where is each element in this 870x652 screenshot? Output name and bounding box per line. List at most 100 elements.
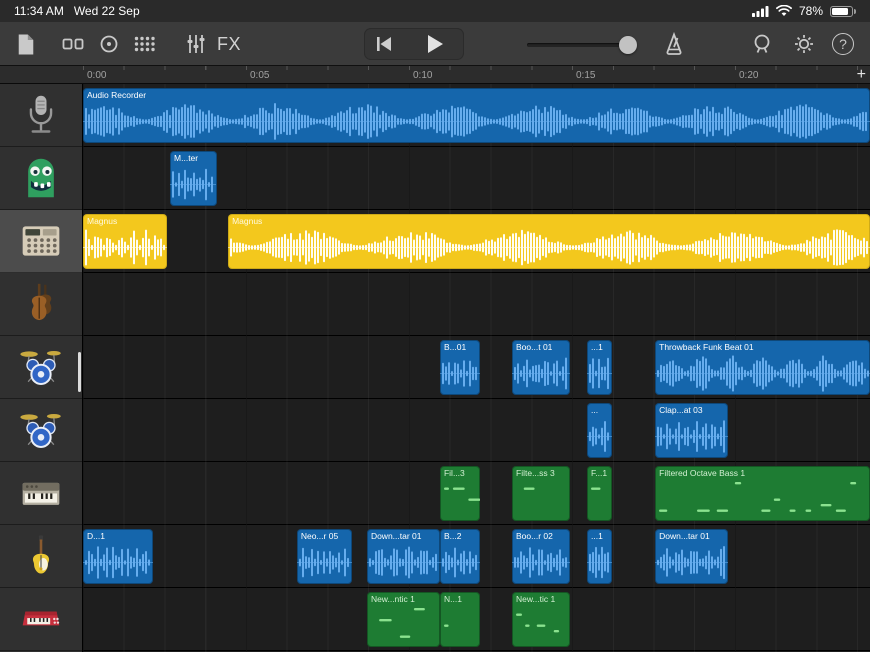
monster-icon [19, 156, 63, 200]
midi-notes-art [440, 479, 480, 520]
my-songs-button[interactable] [12, 30, 40, 58]
help-button[interactable]: ? [829, 30, 857, 58]
track-header-sampler[interactable] [0, 210, 82, 273]
midi-notes-art [512, 479, 570, 520]
region-drums-2-1[interactable]: Clap...at 03 [655, 403, 729, 458]
midi-notes-art [440, 605, 480, 646]
region-label: D...1 [87, 531, 105, 541]
region-drums-2-0[interactable]: ... [586, 403, 613, 458]
skip-to-start-icon [372, 32, 396, 56]
red-synth-icon [19, 597, 63, 641]
region-audio-recorder-0[interactable]: Audio Recorder [83, 88, 870, 143]
region-label: Throwback Funk Beat 01 [659, 342, 754, 352]
region-drums-1-0[interactable]: B...01 [439, 340, 481, 395]
waveform-art [512, 542, 571, 583]
wifi-icon [776, 5, 792, 17]
region-label: Boo...r 02 [516, 531, 553, 541]
loop-browser-button[interactable] [748, 30, 776, 58]
track-header-column [0, 84, 83, 652]
waveform-art [439, 542, 480, 583]
volume-knob[interactable] [619, 36, 638, 54]
region-guitar-1[interactable]: Neo...r 05 [296, 529, 352, 584]
region-drums-1-3[interactable]: Throwback Funk Beat 01 [655, 340, 870, 395]
scrollbar-handle[interactable] [78, 352, 81, 392]
settings-gear-icon [792, 32, 816, 56]
track-header-vocals[interactable] [0, 147, 82, 210]
guitar-icon [19, 534, 63, 578]
waveform-art [655, 353, 870, 394]
waveform-art [655, 416, 729, 457]
volume-slider[interactable] [527, 36, 638, 54]
track-header-audio-recorder[interactable] [0, 84, 82, 147]
region-label: N...1 [443, 594, 462, 604]
track-header-keys[interactable] [0, 462, 82, 525]
region-label: B...2 [443, 531, 462, 541]
region-label: ...1 [590, 531, 603, 541]
waveform-art [228, 227, 870, 268]
track-header-drums-1[interactable] [0, 336, 82, 399]
region-keys-2[interactable]: F...1 [586, 466, 613, 521]
region-guitar-3[interactable]: B...2 [439, 529, 481, 584]
waveform-art [83, 101, 870, 142]
settings-button[interactable] [790, 30, 818, 58]
region-label: ... [590, 405, 599, 415]
region-guitar-2[interactable]: Down...tar 01 [366, 529, 440, 584]
region-label: Magnus [87, 216, 118, 226]
garageband-app: 11:34 AM Wed 22 Sep 78% FX ? + 0:00 0:05… [0, 0, 870, 652]
region-sampler-1[interactable]: Magnus [228, 214, 870, 269]
tracks-view-button[interactable] [59, 30, 87, 58]
track-header-drums-2[interactable] [0, 399, 82, 462]
sampler-icon [19, 219, 63, 263]
region-guitar-4[interactable]: Boo...r 02 [512, 529, 571, 584]
skip-to-start-button[interactable] [370, 30, 398, 58]
region-keys-1[interactable]: Filte...ss 3 [512, 466, 571, 521]
region-label: Filte...ss 3 [516, 468, 555, 478]
waveform-art [586, 542, 612, 583]
region-label: Audio Recorder [87, 90, 147, 100]
ruler-label: 0:00 [87, 70, 107, 81]
timeline-ruler[interactable]: + 0:00 0:05 0:10 0:15 0:20 [83, 66, 870, 84]
region-label: ...1 [590, 342, 603, 352]
drum-kit-icon [19, 408, 63, 452]
waveform-art [83, 542, 153, 583]
region-label: M...ter [174, 153, 199, 163]
track-header-red-synth[interactable] [0, 588, 82, 651]
status-date: Wed 22 Sep [73, 4, 140, 18]
track-header-strings[interactable] [0, 273, 82, 336]
status-left: 11:34 AM Wed 22 Sep [14, 4, 140, 18]
track-controls-button[interactable] [182, 30, 210, 58]
live-loops-button[interactable] [95, 30, 123, 58]
drum-kit-icon [19, 345, 63, 389]
region-drums-1-2[interactable]: ...1 [586, 340, 613, 395]
waveform-art [296, 542, 352, 583]
region-red-synth-1[interactable]: N...1 [439, 592, 481, 647]
loop-grid-button[interactable] [131, 30, 159, 58]
ruler-label: 0:10 [413, 70, 433, 81]
play-button[interactable] [420, 30, 448, 58]
live-loops-icon [97, 32, 121, 56]
region-red-synth-0[interactable]: New...ntic 1 [366, 592, 440, 647]
region-keys-3[interactable]: Filtered Octave Bass 1 [655, 466, 870, 521]
region-sampler-0[interactable]: Magnus [83, 214, 168, 269]
fx-button[interactable]: FX [211, 30, 247, 58]
region-label: Down...tar 01 [370, 531, 422, 541]
tracks-view-icon [61, 32, 85, 56]
region-drums-1-1[interactable]: Boo...t 01 [512, 340, 571, 395]
region-label: Down...tar 01 [659, 531, 710, 541]
region-keys-0[interactable]: Fil...3 [439, 466, 481, 521]
battery-icon [830, 5, 856, 17]
status-right: 78% [751, 4, 856, 18]
region-guitar-6[interactable]: Down...tar 01 [655, 529, 729, 584]
region-guitar-5[interactable]: ...1 [586, 529, 613, 584]
track-header-guitar[interactable] [0, 525, 82, 588]
timeline-canvas[interactable]: Audio Recorder M...ter Magnus Magnus B...01 B… [83, 84, 870, 652]
region-vocals-0[interactable]: M...ter [170, 151, 217, 206]
region-red-synth-2[interactable]: New...tic 1 [512, 592, 571, 647]
waveform-art [170, 164, 217, 205]
waveform-art [586, 353, 612, 394]
cellular-signal-icon [751, 5, 769, 17]
metronome-button[interactable] [660, 30, 688, 58]
ruler-add-button[interactable]: + [857, 66, 866, 83]
region-guitar-0[interactable]: D...1 [83, 529, 154, 584]
ruler-label: 0:20 [739, 70, 759, 81]
